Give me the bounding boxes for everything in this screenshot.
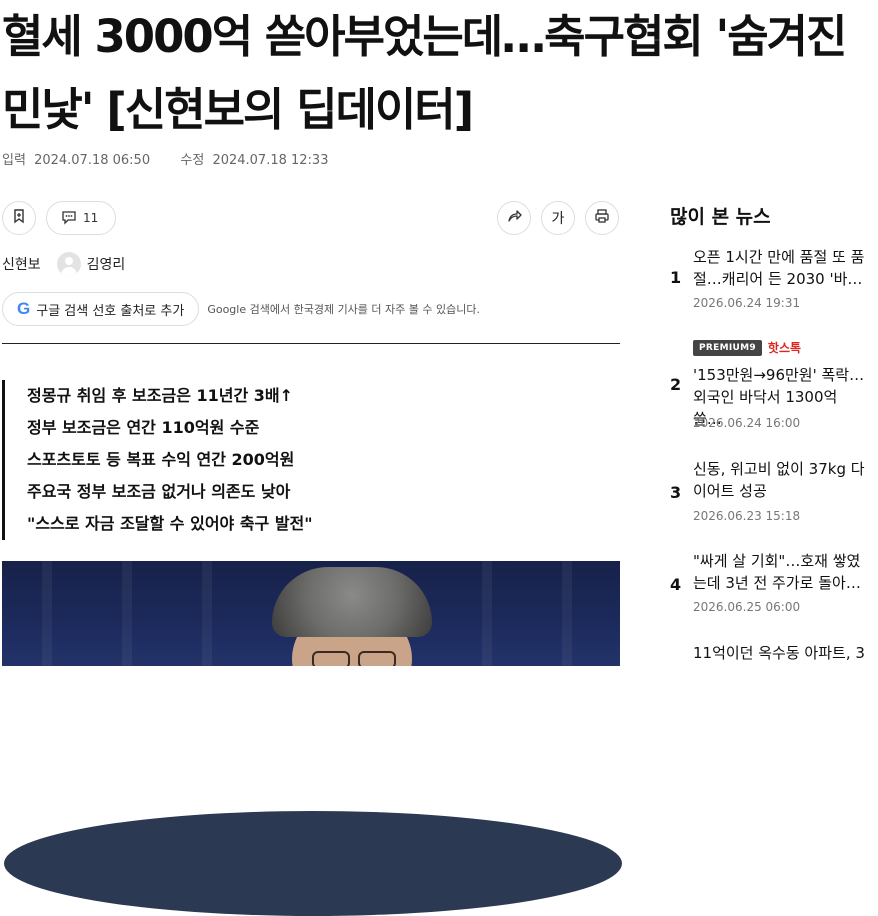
- divider: [2, 343, 620, 344]
- headline-line-1: 혈세 3000억 쏟아부었는데…축구협회 '숨겨진: [2, 10, 847, 63]
- print-icon: [594, 208, 610, 228]
- premium-badge-row: PREMIUM9 핫스톡: [693, 339, 801, 356]
- bookmark-plus-icon: [11, 208, 27, 228]
- rank-number: 2: [670, 375, 682, 394]
- news-date: 2026.06.24 19:31: [693, 296, 801, 310]
- author-shin[interactable]: 신현보: [2, 254, 622, 916]
- published-date: 2024.07.18 06:50: [34, 153, 151, 168]
- updated-date: 2024.07.18 12:33: [212, 153, 329, 168]
- comment-icon: [61, 209, 77, 228]
- comment-count: 11: [83, 211, 99, 225]
- article-summary: 정몽규 취임 후 보조금은 11년간 3배↑ 정부 보조금은 연간 110억원 …: [2, 380, 313, 540]
- font-size-button[interactable]: 가: [541, 201, 575, 235]
- avatar: [4, 811, 622, 916]
- author-list: 신현보 김영리: [2, 250, 622, 916]
- headline-line-2: 민낯' [신현보의 딥데이터]: [2, 83, 474, 136]
- summary-item: 주요국 정부 보조금 없거나 의존도 낮아: [27, 482, 291, 501]
- news-title: "싸게 살 기회"…호재 쌓였는데 3년 전 주가로 돌아…: [693, 552, 861, 592]
- bookmark-button[interactable]: [2, 201, 36, 235]
- author-name: 김영리: [86, 257, 126, 273]
- news-date: 2026.06.23 15:18: [693, 509, 801, 523]
- hot-stock-tag: 핫스톡: [767, 341, 802, 355]
- news-title: 오픈 1시간 만에 품절 또 품절…캐리어 든 2030 '바…: [693, 248, 865, 288]
- author-kim[interactable]: 김영리: [56, 252, 126, 276]
- rank-number: 4: [670, 575, 682, 594]
- summary-item: 정몽규 취임 후 보조금은 11년간 3배↑: [27, 386, 294, 405]
- print-button[interactable]: [585, 201, 619, 235]
- google-icon: G: [17, 299, 31, 318]
- published-label: 입력: [2, 153, 26, 168]
- news-title: 11억이던 옥수동 아파트, 3: [693, 644, 865, 662]
- summary-item: "스스로 자금 조달할 수 있어야 축구 발전": [27, 514, 313, 533]
- article-dates: 입력 2024.07.18 06:50 수정 2024.07.18 12:33: [2, 149, 332, 168]
- comment-button[interactable]: 11: [46, 201, 116, 235]
- premium-badge: PREMIUM9: [693, 339, 762, 356]
- summary-item: 정부 보조금은 연간 110억원 수준: [27, 418, 260, 437]
- news-date: 2026.06.24 16:00: [693, 416, 801, 430]
- google-note: Google 검색에서 한국경제 기사를 더 자주 볼 수 있습니다.: [207, 303, 480, 316]
- share-icon: [506, 208, 522, 228]
- updated-label: 수정: [180, 153, 205, 168]
- news-title: 신동, 위고비 없이 37kg 다이어트 성공: [693, 460, 865, 500]
- summary-item: 스포츠토토 등 복표 수익 연간 200억원: [27, 450, 295, 469]
- avatar-placeholder: [56, 252, 81, 276]
- google-button-label: 구글 검색 선호 출처로 추가: [36, 303, 185, 319]
- google-preferred-source-button[interactable]: G 구글 검색 선호 출처로 추가: [2, 292, 200, 326]
- news-date: 2026.06.25 06:00: [693, 600, 801, 614]
- rank-number: 1: [670, 268, 682, 287]
- article-photo: [2, 561, 620, 666]
- most-read-title: 많이 본 뉴스: [670, 206, 771, 228]
- google-source-row: G 구글 검색 선호 출처로 추가 Google 검색에서 한국경제 기사를 더…: [2, 292, 480, 326]
- share-button[interactable]: [497, 201, 531, 235]
- article-headline: 혈세 3000억 쏟아부었는데…축구협회 '숨겨진 민낯' [신현보의 딥데이터…: [2, 0, 878, 146]
- rank-number: 3: [670, 483, 682, 502]
- author-name: 신현보: [2, 257, 41, 273]
